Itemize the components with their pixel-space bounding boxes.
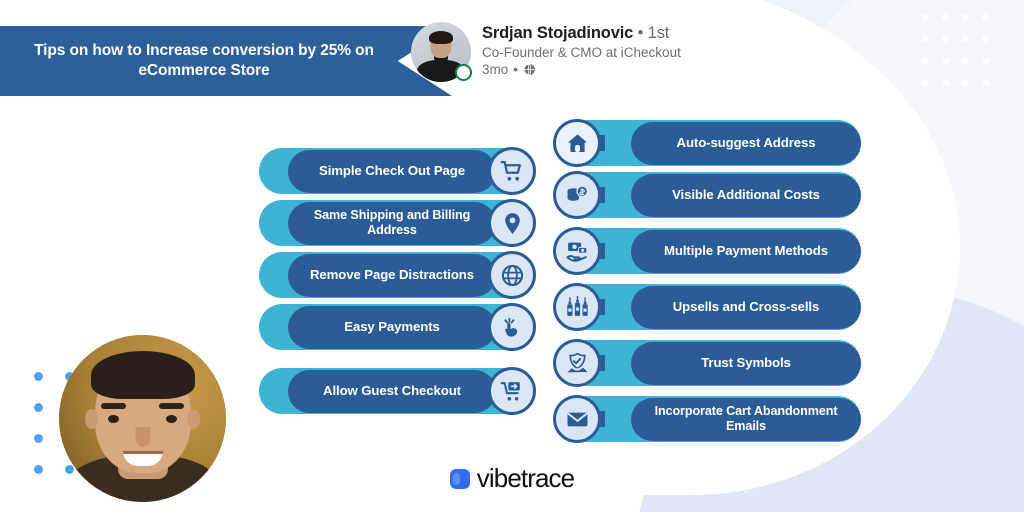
post-timestamp: 3mo	[482, 62, 509, 77]
badge-disc	[553, 283, 601, 331]
infographic-row-right-1[interactable]: Auto-suggest Address	[553, 119, 861, 167]
infographic-pill[interactable]: Visible Additional Costs	[631, 173, 861, 217]
pill-label: Multiple Payment Methods	[664, 243, 828, 259]
brand-name: vibetrace	[476, 463, 575, 493]
infographic-pill[interactable]: Allow Guest Checkout	[288, 369, 496, 413]
badge-disc	[553, 227, 601, 275]
author-name-text: Srdjan Stojadinovic	[482, 24, 634, 42]
infographic-row-right-3[interactable]: Multiple Payment Methods	[553, 227, 861, 275]
badge-disc	[553, 395, 601, 443]
pill-label: Trust Symbols	[701, 355, 791, 371]
infographic-row-left-5[interactable]: Allow Guest Checkout	[259, 367, 536, 415]
badge-disc	[488, 303, 536, 351]
payment-hand-icon	[553, 227, 605, 275]
badge-disc	[488, 367, 536, 415]
infographic-pill[interactable]: Simple Check Out Page	[288, 149, 496, 193]
badge-disc	[553, 339, 601, 387]
pill-label: Simple Check Out Page	[319, 163, 465, 179]
pill-label: Auto-suggest Address	[676, 135, 816, 151]
infographic-pill[interactable]: Easy Payments	[288, 305, 496, 349]
infographic-row-right-5[interactable]: Trust Symbols	[553, 339, 861, 387]
home-icon	[553, 119, 605, 167]
infographic-pill[interactable]: Incorporate Cart Abandonment Emails	[631, 397, 861, 441]
infographic-pill[interactable]: Multiple Payment Methods	[631, 229, 861, 273]
globe-icon	[484, 251, 536, 299]
pill-label: Visible Additional Costs	[672, 187, 820, 203]
cart-arrow-icon	[484, 367, 536, 415]
infographic-row-left-1[interactable]: Simple Check Out Page	[259, 147, 536, 195]
brand-logo[interactable]: vibetrace	[0, 463, 1024, 494]
infographic-pill[interactable]: Remove Page Distractions	[288, 253, 496, 297]
infographic-row-right-2[interactable]: Visible Additional Costs	[553, 171, 861, 219]
map-pin-icon	[484, 199, 536, 247]
shopping-cart-icon	[484, 147, 536, 195]
badge-disc	[488, 147, 536, 195]
coins-stack-icon	[553, 171, 605, 219]
infographic-pill[interactable]: Same Shipping and Billing Address	[288, 201, 496, 245]
infographic-row-right-6[interactable]: Incorporate Cart Abandonment Emails	[553, 395, 861, 443]
vibetrace-logo-mark-icon	[449, 468, 470, 489]
pill-label: Same Shipping and Billing Address	[313, 208, 471, 237]
badge-disc	[488, 251, 536, 299]
infographic-row-left-4[interactable]: Easy Payments	[259, 303, 536, 351]
pill-label: Incorporate Cart Abandonment Emails	[654, 404, 838, 433]
pill-label: Remove Page Distractions	[310, 267, 474, 283]
post-meta: 3mo •	[482, 62, 681, 77]
badge-disc	[488, 199, 536, 247]
handshake-shield-icon	[553, 339, 605, 387]
globe-icon	[523, 63, 535, 76]
badge-disc	[553, 171, 601, 219]
envelope-icon	[553, 395, 605, 443]
page-title: Tips on how to Increase conversion by 25…	[34, 41, 374, 79]
pill-label: Allow Guest Checkout	[323, 383, 461, 399]
avatar[interactable]	[411, 22, 472, 82]
infographic-pill[interactable]: Upsells and Cross-sells	[631, 285, 861, 329]
infographic-row-left-3[interactable]: Remove Page Distractions	[259, 251, 536, 299]
infographic-row-right-4[interactable]: Upsells and Cross-sells	[553, 283, 861, 331]
infographic-pill[interactable]: Trust Symbols	[631, 341, 861, 385]
infographic-row-left-2[interactable]: Same Shipping and Billing Address	[259, 199, 536, 247]
pill-label: Upsells and Cross-sells	[672, 299, 820, 315]
products-price-tag-icon	[553, 283, 605, 331]
pill-label: Easy Payments	[344, 319, 440, 335]
post-author: Srdjan Stojadinovic • 1st Co-Founder & C…	[411, 22, 681, 82]
author-headline: Co-Founder & CMO at iCheckout	[482, 45, 681, 60]
badge-disc	[553, 119, 601, 167]
title-banner: Tips on how to Increase conversion by 25…	[0, 26, 452, 96]
click-hand-icon	[484, 303, 536, 351]
connection-degree: • 1st	[637, 24, 670, 42]
author-name[interactable]: Srdjan Stojadinovic • 1st	[482, 24, 681, 43]
online-status-icon	[455, 64, 472, 81]
meta-separator: •	[513, 62, 518, 77]
infographic-pill[interactable]: Auto-suggest Address	[631, 121, 861, 165]
